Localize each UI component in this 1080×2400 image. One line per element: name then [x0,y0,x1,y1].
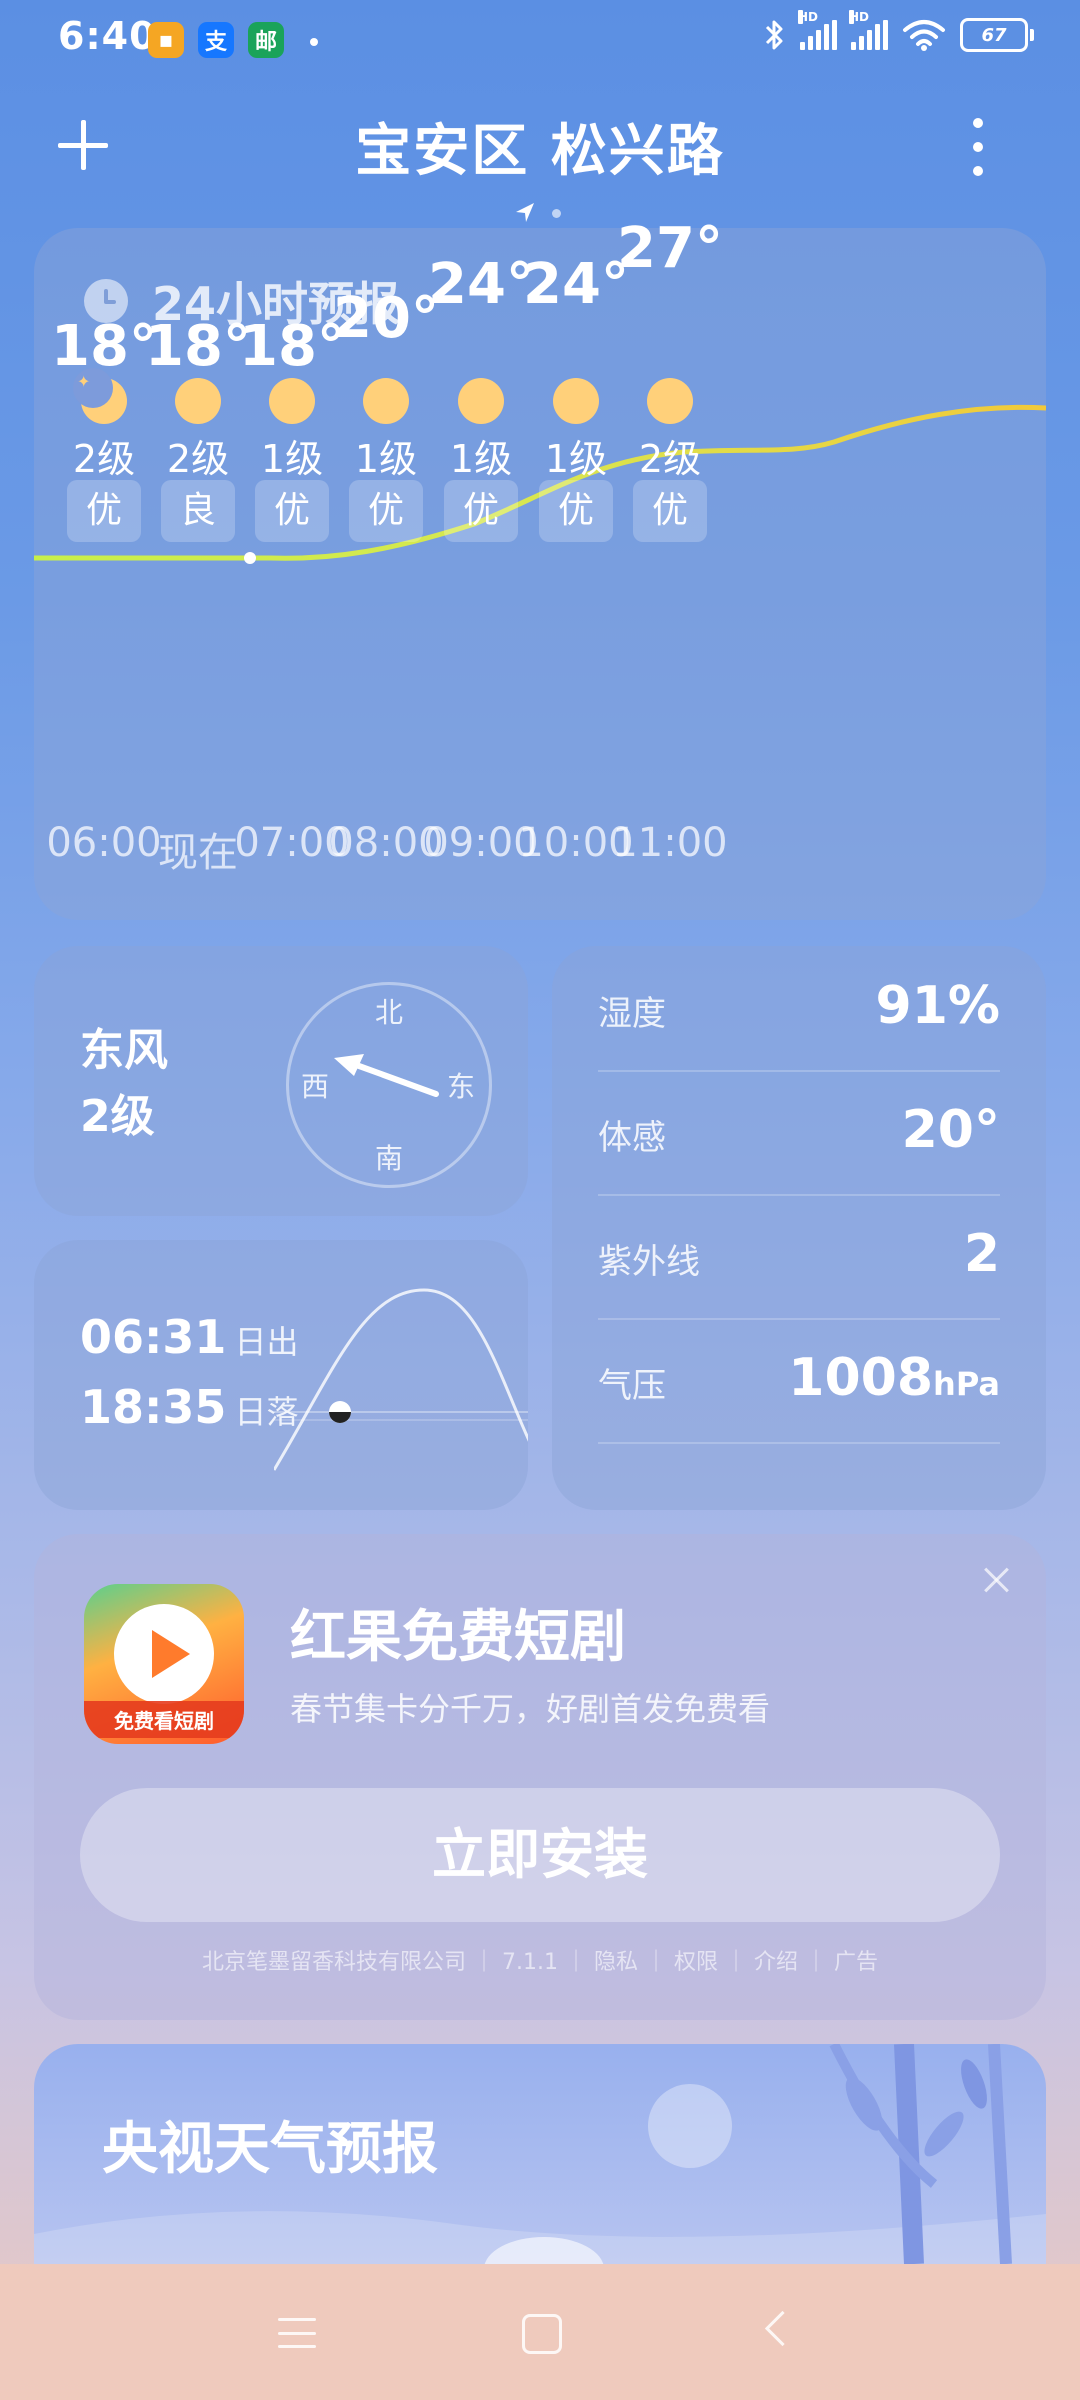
humidity-label: 湿度 [598,994,666,1034]
wind-direction: 东风 [80,1025,168,1076]
notification-icons: ▪ 支 邮 [148,22,284,58]
sunrise-time: 06:31 [80,1310,227,1364]
uv-value: 2 [963,1224,1000,1284]
install-button[interactable]: 立即安装 [80,1788,1000,1922]
ad-card[interactable]: 免费看短剧 红果免费短剧 春节集卡分千万，好剧首发免费看 立即安装 北京笔墨留香… [34,1534,1046,2020]
play-icon [114,1604,214,1704]
wind-level: 2级 [80,1091,155,1142]
sunset-time: 18:35 [80,1380,227,1434]
sun-icon [647,378,693,424]
hour-wind-level: 2级 [638,437,702,481]
sunset-row: 18:35 日落 [80,1380,298,1434]
moon-icon: ✦ [73,368,127,424]
location-title[interactable]: 宝安区 松兴路 [0,106,1080,187]
wind-compass: 北 南 西 东 [286,982,492,1188]
navigation-bar [0,2264,1080,2400]
page-indicator [512,200,561,226]
sun-icon [458,378,504,424]
cctv-title: 央视天气预报 [102,2117,438,2182]
uv-label: 紫外线 [598,1242,700,1282]
status-bar: 6:40 ▪ 支 邮 HD HD 67 [0,0,1080,80]
sun-icon [600,378,740,424]
sun-icon [553,378,599,424]
sun-icon [269,378,315,424]
close-icon[interactable] [976,1560,1016,1600]
more-notifications-dot [310,38,318,46]
system-status-icons: HD HD 67 [764,10,1034,52]
more-options-button[interactable] [968,118,988,176]
status-time: 6:40 [58,14,157,58]
bluetooth-icon [765,20,783,50]
ad-description: 春节集卡分千万，好剧首发免费看 [290,1690,771,1728]
postal-icon: 邮 [248,22,284,58]
humidity-value: 91% [875,976,1000,1036]
page-dot [552,208,561,218]
aqi-badge: 优 [633,480,707,542]
wind-info: 东风 2级 [80,1018,168,1150]
feels-like-label: 体感 [598,1118,666,1158]
battery-icon: 67 [960,18,1034,52]
sun-icon [175,378,221,424]
wind-arrow-icon [334,1054,439,1097]
hour-time: 11:00 [612,820,728,866]
humidity-row: 湿度 91% [598,946,1000,1072]
hour-temp: 27° [617,216,723,281]
wifi-icon [903,20,945,51]
pressure-value: 1008hPa [788,1348,1000,1408]
alipay-icon: 支 [198,22,234,58]
home-button[interactable] [522,2314,562,2354]
sunrise-sunset-card[interactable]: 06:31 日出 18:35 日落 [34,1240,528,1510]
feels-like-value: 20° [901,1100,1000,1160]
location-arrow-icon [516,203,534,222]
pressure-row: 气压 1008hPa [598,1318,1000,1444]
back-button[interactable] [764,2310,801,2347]
sun-icon [363,378,409,424]
aqi-badge-wrap: 优 [600,480,740,542]
ad-footer: 北京笔墨留香科技有限公司 ｜ 7.1.1 ｜ 隐私 ｜ 权限 ｜ 介绍 ｜ 广告 [202,1950,878,1975]
pressure-unit: hPa [933,1365,1000,1403]
signal-icon-2: HD [849,10,888,50]
uv-row: 紫外线 2 [598,1194,1000,1320]
ad-title[interactable]: 红果免费短剧 [290,1592,626,1673]
app-icon[interactable]: 免费看短剧 [84,1584,244,1744]
app-icon-label: 免费看短剧 [84,1701,244,1738]
hourly-forecast-card[interactable]: 24小时预报 18° ✦ 2级优 06:00 18° 2级良现在 18° 1级优 07:00 20… [34,216,1046,920]
feels-like-row: 体感 20° [598,1070,1000,1196]
wind-card[interactable]: 东风 2级 北 南 西 东 [34,946,528,1216]
cctv-forecast-card[interactable]: 央视天气预报 [34,2044,1046,2264]
sunrise-row: 06:31 日出 [80,1310,298,1364]
sun-arc-icon [274,1288,528,1471]
message-icon: ▪ [148,22,184,58]
signal-icon: HD [798,10,837,50]
recent-apps-button[interactable] [278,2318,316,2348]
pressure-label: 气压 [598,1366,666,1406]
weather-details-card[interactable]: 湿度 91% 体感 20° 紫外线 2 气压 1008hPa [552,946,1046,1510]
